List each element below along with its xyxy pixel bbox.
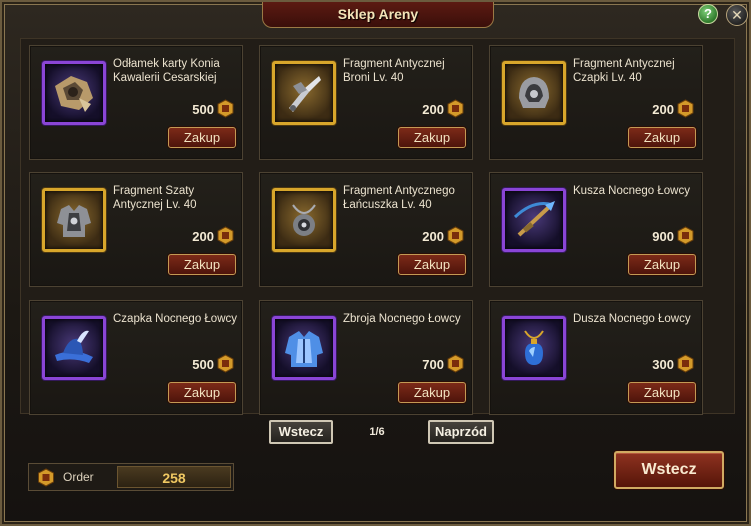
back-button[interactable]: Wstecz — [614, 451, 724, 489]
buy-button[interactable]: Zakup — [398, 254, 466, 275]
order-coin-icon — [38, 468, 54, 487]
item-name: Czapka Nocnego Łowcy — [113, 313, 238, 325]
buy-button[interactable]: Zakup — [398, 382, 466, 403]
order-coin-icon — [447, 226, 464, 245]
item-grid: Odłamek karty Konia Kawalerii Cesarskiej… — [20, 38, 735, 415]
shop-item-card: Fragment Antycznej Czapki Lv. 40 200 Zak… — [489, 45, 703, 160]
ancient-weapon-fragment-icon — [289, 76, 321, 112]
close-button[interactable]: ✕ — [726, 4, 748, 26]
item-thumbnail[interactable] — [42, 316, 106, 380]
currency-value: 258 — [162, 470, 186, 486]
item-price: 700 — [422, 357, 444, 372]
item-thumbnail[interactable] — [502, 188, 566, 252]
item-price: 200 — [422, 229, 444, 244]
buy-button[interactable]: Zakup — [168, 254, 236, 275]
currency-display: Order 258 — [28, 463, 234, 491]
item-price: 300 — [652, 357, 674, 372]
shop-item-card: Fragment Antycznego Łańcuszka Lv. 40 200… — [259, 172, 473, 287]
order-coin-icon — [677, 99, 694, 118]
order-coin-icon — [217, 354, 234, 373]
item-price: 900 — [652, 229, 674, 244]
item-thumbnail[interactable] — [272, 188, 336, 252]
item-name: Fragment Antycznego Łańcuszka Lv. 40 — [343, 185, 455, 211]
shop-item-card: Fragment Szaty Antycznej Lv. 40 200 Zaku… — [29, 172, 243, 287]
help-button[interactable]: ? — [698, 4, 718, 24]
prev-page-button[interactable]: Wstecz — [269, 420, 333, 444]
shop-item-card: Dusza Nocnego Łowcy 300 Zakup — [489, 300, 703, 415]
item-thumbnail[interactable] — [42, 61, 106, 125]
shop-item-card: Fragment Antycznej Broni Lv. 40 200 Zaku… — [259, 45, 473, 160]
item-thumbnail[interactable] — [272, 61, 336, 125]
order-coin-icon — [447, 99, 464, 118]
item-name: Fragment Antycznej Czapki Lv. 40 — [573, 58, 675, 84]
order-coin-icon — [677, 226, 694, 245]
item-price: 200 — [422, 102, 444, 117]
ancient-necklace-fragment-icon — [292, 204, 316, 236]
arena-shop-window: Sklep Areny ? ✕ Odłamek karty Konia Kawa… — [0, 0, 751, 526]
item-price: 200 — [192, 229, 214, 244]
item-price: 500 — [192, 357, 214, 372]
buy-button[interactable]: Zakup — [168, 382, 236, 403]
hat-icon — [55, 330, 93, 363]
item-price: 500 — [192, 102, 214, 117]
order-coin-icon — [217, 226, 234, 245]
buy-button[interactable]: Zakup — [168, 127, 236, 148]
shop-item-card: Odłamek karty Konia Kawalerii Cesarskiej… — [29, 45, 243, 160]
armor-icon — [285, 331, 323, 367]
page-indicator: 1/6 — [369, 426, 385, 438]
currency-label: Order — [63, 470, 94, 484]
item-thumbnail[interactable] — [502, 316, 566, 380]
order-coin-icon — [217, 99, 234, 118]
item-thumbnail[interactable] — [272, 316, 336, 380]
shop-item-card: Zbroja Nocnego Łowcy 700 Zakup — [259, 300, 473, 415]
crossbow-icon — [513, 201, 555, 237]
item-name: Odłamek karty Konia Kawalerii Cesarskiej — [113, 58, 220, 84]
item-name: Zbroja Nocnego Łowcy — [343, 313, 461, 325]
item-name: Fragment Szaty Antycznej Lv. 40 — [113, 185, 197, 211]
buy-button[interactable]: Zakup — [628, 127, 696, 148]
shop-item-card: Kusza Nocnego Łowcy 900 Zakup — [489, 172, 703, 287]
item-name: Dusza Nocnego Łowcy — [573, 313, 691, 325]
horse-card-shard-icon — [55, 76, 93, 112]
next-page-button[interactable]: Naprzód — [428, 420, 494, 444]
buy-button[interactable]: Zakup — [628, 382, 696, 403]
item-thumbnail[interactable] — [42, 188, 106, 252]
item-price: 200 — [652, 102, 674, 117]
order-coin-icon — [447, 354, 464, 373]
ancient-robe-fragment-icon — [57, 205, 91, 237]
amulet-icon — [524, 330, 544, 365]
item-name: Fragment Antycznej Broni Lv. 40 — [343, 58, 445, 84]
window-title: Sklep Areny — [262, 2, 494, 28]
shop-item-card: Czapka Nocnego Łowcy 500 Zakup — [29, 300, 243, 415]
ancient-helmet-fragment-icon — [519, 77, 549, 108]
buy-button[interactable]: Zakup — [628, 254, 696, 275]
item-name: Kusza Nocnego Łowcy — [573, 185, 690, 197]
order-coin-icon — [677, 354, 694, 373]
buy-button[interactable]: Zakup — [398, 127, 466, 148]
item-thumbnail[interactable] — [502, 61, 566, 125]
